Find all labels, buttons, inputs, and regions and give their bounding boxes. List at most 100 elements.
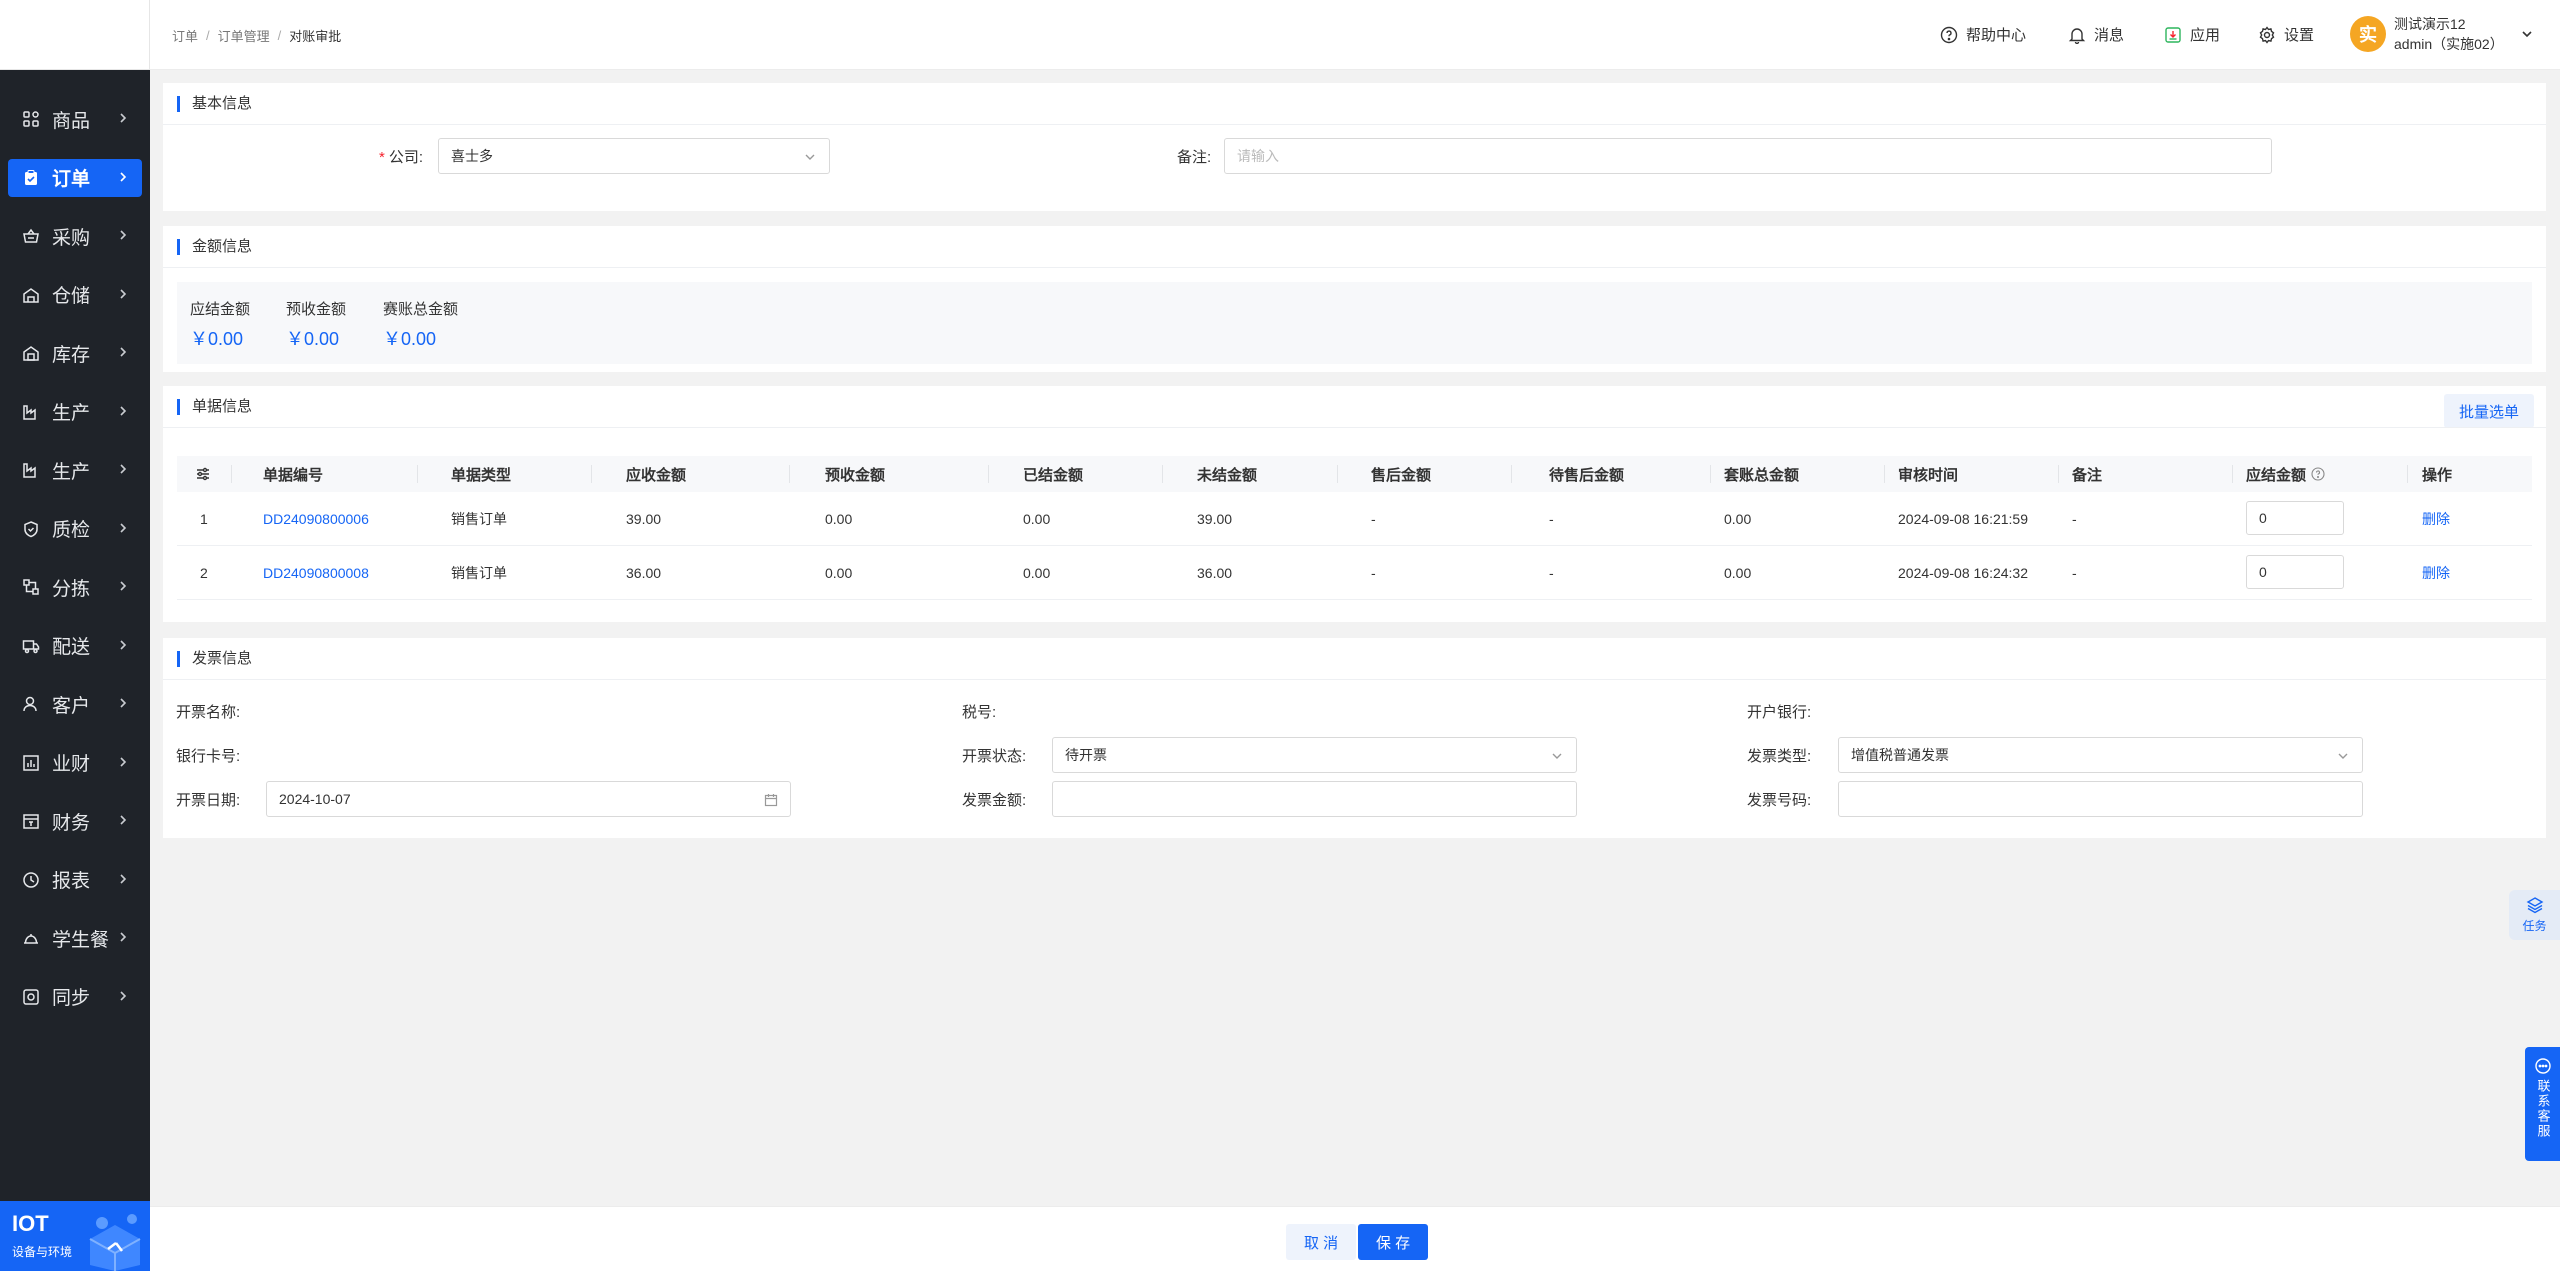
sidebar-item-stock[interactable]: 库存: [8, 334, 142, 372]
document-type: 销售订单: [451, 510, 507, 527]
invoice-type-value: 增值税普通发票: [1851, 747, 1949, 763]
invoice-amount-input[interactable]: [1052, 781, 1577, 817]
invoice-status-label: 开票状态:: [962, 748, 1027, 765]
sidebar-item-orders[interactable]: 订单: [8, 158, 142, 197]
invoice-status-select[interactable]: 待开票: [1052, 737, 1577, 773]
amount-value: ￥0.00: [190, 329, 244, 349]
remark-input[interactable]: 请输入: [1224, 138, 2272, 174]
sidebar-item-purchase[interactable]: 采购: [8, 217, 142, 255]
settle-amount-input[interactable]: 0: [2246, 501, 2344, 535]
sidebar-item-warehouse[interactable]: 仓储: [8, 276, 142, 314]
document-code-link[interactable]: DD24090800008: [263, 565, 369, 581]
amount-summary: 应结金额 ￥0.00 预收金额 ￥0.00 赛账总金额 ￥0.00: [177, 282, 2532, 364]
aftersale-amount: -: [1371, 564, 1376, 581]
chevron-right-icon: [120, 522, 127, 533]
settled-amount: 0.00: [1023, 564, 1051, 581]
avatar: 实: [2350, 16, 2386, 52]
document-code-link[interactable]: DD24090800006: [263, 511, 369, 527]
invoice-name-label: 开票名称:: [176, 704, 241, 721]
invoice-type-label: 发票类型:: [1747, 748, 1812, 765]
amount-label: 赛账总金额: [383, 301, 459, 318]
chevron-down-icon: [1552, 753, 1562, 759]
receivable-amount: 36.00: [626, 564, 662, 581]
sidebar-item-business-finance[interactable]: 业财: [8, 744, 142, 782]
sidebar-item-label: 质检: [52, 520, 91, 541]
delete-link[interactable]: 删除: [2422, 509, 2450, 529]
column-separator: [2058, 465, 2059, 483]
settings-button[interactable]: 设置: [2258, 24, 2314, 45]
help-circle-icon[interactable]: [2311, 467, 2325, 481]
sidebar-item-label: 采购: [52, 227, 91, 249]
column-header: 操作: [2422, 466, 2453, 484]
sidebar-item-production[interactable]: 生产: [8, 393, 142, 431]
document-type: 销售订单: [451, 564, 507, 581]
sidebar-item-goods[interactable]: 商品: [8, 100, 142, 138]
meal-icon: [22, 929, 40, 947]
column-separator: [789, 465, 790, 483]
sidebar-item-sorting[interactable]: 分拣: [8, 568, 142, 606]
delete-link[interactable]: 删除: [2422, 563, 2450, 583]
row-remark: -: [2072, 564, 2077, 581]
truck-icon: [22, 637, 40, 655]
iot-banner[interactable]: IOT 设备与环境: [0, 1201, 150, 1271]
amount-item-total: 赛账总金额 ￥0.00: [383, 298, 458, 351]
sidebar-item-label: 生产: [52, 461, 91, 483]
sidebar-item-delivery[interactable]: 配送: [8, 627, 142, 665]
divider: [163, 267, 2546, 268]
settings-label: 设置: [2284, 27, 2315, 44]
pending-aftersale-amount: -: [1549, 510, 1554, 527]
save-button[interactable]: 保 存: [1358, 1224, 1429, 1260]
company-select[interactable]: 喜士多: [438, 138, 830, 174]
clipboard-icon: [22, 169, 40, 187]
breadcrumb-item-order-management[interactable]: 订单管理: [218, 26, 270, 45]
breadcrumb-item-orders[interactable]: 订单: [172, 26, 198, 45]
contact-service-button[interactable]: 联系客服: [2525, 1047, 2560, 1161]
bell-icon: [2068, 27, 2086, 44]
aftersale-amount: -: [1371, 510, 1376, 527]
cancel-button[interactable]: 取 消: [1286, 1224, 1357, 1260]
sidebar-item-report[interactable]: 报表: [8, 861, 142, 899]
row-index: 1: [200, 510, 208, 527]
total-amount: 0.00: [1724, 564, 1752, 581]
apps-button[interactable]: 应用: [2164, 24, 2220, 45]
table-row: 2 DD24090800008 销售订单 36.00 0.00 0.00 36.…: [177, 546, 2532, 600]
chevron-right-icon: [120, 873, 127, 884]
sidebar: 商品 订单 采购 仓储 库存 生产 生产 质检 分拣 配送 客户 业财 财务 报…: [0, 0, 150, 1271]
messages-button[interactable]: 消息: [2068, 24, 2124, 45]
invoice-date-picker[interactable]: 2024-10-07: [266, 781, 791, 817]
help-center-button[interactable]: 帮助中心: [1940, 24, 2026, 45]
sidebar-item-label: 业财: [52, 754, 91, 775]
settle-amount-input[interactable]: 0: [2246, 555, 2344, 589]
amount-value: ￥0.00: [286, 329, 340, 349]
sidebar-item-label: 订单: [52, 169, 91, 190]
sidebar-item-student-meal[interactable]: 学生餐: [8, 919, 142, 957]
invoice-number-input[interactable]: [1838, 781, 2363, 817]
unsettled-amount: 36.00: [1197, 564, 1233, 581]
panel-title: 金额信息: [177, 239, 252, 255]
batch-select-button[interactable]: 批量选单: [2443, 394, 2534, 428]
user-menu[interactable]: 实 测试演示12 admin（实施02）: [2350, 14, 2534, 54]
invoice-info-panel: 发票信息 开票名称: 税号: 开户银行: 银行卡号: 开票状态: 待开票 发票类…: [163, 638, 2546, 838]
sidebar-item-quality[interactable]: 质检: [8, 510, 142, 548]
contact-service-label: 联系客服: [2535, 1079, 2551, 1139]
task-float-button[interactable]: 任务: [2509, 890, 2560, 940]
column-separator: [1162, 465, 1163, 483]
sidebar-item-customer[interactable]: 客户: [8, 685, 142, 723]
invoice-type-select[interactable]: 增值税普通发票: [1838, 737, 2363, 773]
bank-card-label: 银行卡号:: [176, 748, 241, 765]
amount-label: 预收金额: [286, 301, 347, 318]
column-separator: [1884, 465, 1885, 483]
company-label: * 公司:: [379, 149, 424, 166]
sidebar-item-label: 仓储: [52, 286, 91, 307]
sidebar-item-finance[interactable]: 财务: [8, 802, 142, 840]
chevron-right-icon: [120, 815, 127, 825]
sidebar-item-sync[interactable]: 同步: [8, 978, 142, 1016]
settled-amount: 0.00: [1023, 510, 1051, 527]
chevron-right-icon: [120, 581, 127, 591]
sidebar-item-production-2[interactable]: 生产: [8, 451, 142, 489]
column-header: 待售后金额: [1549, 466, 1625, 484]
invoice-status-value: 待开票: [1065, 747, 1107, 763]
column-settings-icon[interactable]: [195, 466, 211, 482]
app-download-icon: [2165, 26, 2181, 43]
total-amount: 0.00: [1724, 510, 1752, 527]
